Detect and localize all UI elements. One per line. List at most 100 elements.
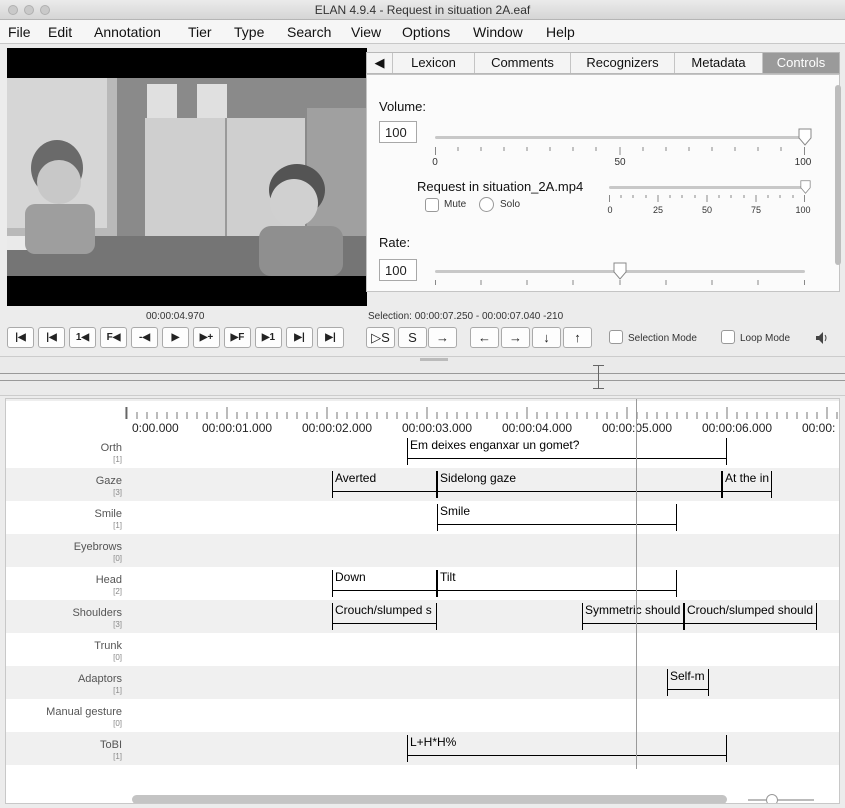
next-pixel-button[interactable]: ▶+	[193, 327, 220, 348]
zoom-slider-thumb[interactable]	[766, 794, 778, 803]
controls-panel: Volume: 100 0 50 100 Request in situatio…	[366, 74, 841, 292]
next-scrollview-button[interactable]: ▶|	[286, 327, 313, 348]
tier-row-eyebrows[interactable]: Eyebrows [0]	[6, 534, 839, 567]
annotation[interactable]: At the in	[722, 468, 772, 501]
menu-view[interactable]: View	[351, 24, 381, 40]
tier-row-trunk[interactable]: Trunk [0]	[6, 633, 839, 666]
previous-scrollview-button[interactable]: |◀	[38, 327, 65, 348]
annotation[interactable]: Crouch/slumped s	[332, 600, 437, 633]
down-arrow-button[interactable]: ↓	[532, 327, 561, 348]
annotation-start-tick	[437, 471, 438, 498]
tier-label[interactable]: Eyebrows [0]	[6, 542, 122, 564]
annotation[interactable]: Sidelong gaze	[437, 468, 722, 501]
go-to-end-button[interactable]: ▶|	[317, 327, 344, 348]
tier-label[interactable]: Smile [1]	[6, 509, 122, 531]
tier-row-tobi[interactable]: ToBI [1] L+H*H%	[6, 732, 839, 765]
tier-label[interactable]: Head [2]	[6, 575, 122, 597]
timeline-scrollbar[interactable]	[132, 795, 727, 803]
rate-input[interactable]: 100	[379, 259, 417, 281]
mute-checkbox[interactable]	[425, 198, 439, 212]
loop-mode-checkbox[interactable]	[721, 330, 735, 344]
timeline-viewer[interactable]: 0:00.000 00:00:01.000 00:00:02.000 00:00…	[5, 398, 840, 804]
previous-frame-button[interactable]: F◀	[100, 327, 127, 348]
annotation-text: Sidelong gaze	[440, 471, 517, 485]
menu-search[interactable]: Search	[287, 24, 331, 40]
tier-count: [3]	[113, 488, 122, 497]
tier-row-manual-gesture[interactable]: Manual gesture [0]	[6, 699, 839, 732]
tier-label[interactable]: Manual gesture [0]	[6, 707, 122, 729]
tier-label[interactable]: Orth [1]	[6, 443, 122, 465]
tab-lexicon[interactable]: Lexicon	[393, 53, 475, 73]
menu-file[interactable]: File	[8, 24, 31, 40]
zoom-slider[interactable]	[748, 799, 814, 801]
annotation[interactable]: Averted	[332, 468, 437, 501]
menu-tier[interactable]: Tier	[188, 24, 212, 40]
tier-row-orth[interactable]: Orth [1] Em deixes enganxar un gomet?	[6, 435, 839, 468]
annotation[interactable]: Smile	[437, 501, 677, 534]
tier-label[interactable]: Shoulders [3]	[6, 608, 122, 630]
annotation-end-tick	[676, 504, 677, 531]
tier-row-adaptors[interactable]: Adaptors [1] Self-m	[6, 666, 839, 699]
previous-pixel-button[interactable]: -◀	[131, 327, 158, 348]
tab-scroll-back-button[interactable]: ◀	[367, 53, 393, 73]
tab-metadata[interactable]: Metadata	[675, 53, 763, 73]
volume-slider-thumb[interactable]	[798, 128, 812, 146]
solo-radio[interactable]	[479, 197, 494, 212]
annotation[interactable]: Symmetric should	[582, 600, 684, 633]
tier-row-head[interactable]: Head [2] Down Tilt	[6, 567, 839, 600]
tab-controls[interactable]: Controls	[763, 53, 839, 73]
volume-slider[interactable]	[435, 136, 805, 139]
menu-window[interactable]: Window	[473, 24, 523, 40]
video-viewer[interactable]	[7, 48, 367, 306]
annotation[interactable]: Down	[332, 567, 437, 600]
annotation[interactable]: L+H*H%	[407, 732, 727, 765]
menu-edit[interactable]: Edit	[48, 24, 72, 40]
go-to-begin-button[interactable]: |◀	[7, 327, 34, 348]
annotation[interactable]: Self-m	[667, 666, 709, 699]
media-volume-slider[interactable]	[609, 186, 805, 189]
annotation-start-tick	[667, 669, 668, 696]
tier-row-gaze[interactable]: Gaze [3] Averted Sidelong gaze At the in	[6, 468, 839, 501]
tier-row-smile[interactable]: Smile [1] Smile	[6, 501, 839, 534]
menu-type[interactable]: Type	[234, 24, 264, 40]
right-arrow-button[interactable]: →	[501, 327, 530, 348]
tier-row-shoulders[interactable]: Shoulders [3] Crouch/slumped s Symmetric sh…	[6, 600, 839, 633]
annotation-end-tick	[708, 669, 709, 696]
tier-name: ToBI	[99, 739, 122, 751]
annotation-bar	[332, 590, 437, 591]
signal-viewer[interactable]	[0, 356, 845, 396]
tier-label[interactable]: Trunk [0]	[6, 641, 122, 663]
toggle-selection-button[interactable]: →	[428, 327, 457, 348]
time-ruler[interactable]: 0:00.000 00:00:01.000 00:00:02.000 00:00…	[6, 399, 839, 435]
menu-annotation[interactable]: Annotation	[94, 24, 161, 40]
tab-comments[interactable]: Comments	[475, 53, 571, 73]
menu-help[interactable]: Help	[546, 24, 575, 40]
selection-mode-checkbox[interactable]	[609, 330, 623, 344]
up-arrow-button[interactable]: ↑	[563, 327, 592, 348]
controls-scrollbar[interactable]	[835, 85, 841, 265]
annotation[interactable]: Tilt	[437, 567, 677, 600]
menu-options[interactable]: Options	[402, 24, 450, 40]
annotation[interactable]: Em deixes enganxar un gomet?	[407, 435, 727, 468]
previous-second-button[interactable]: 1◀	[69, 327, 96, 348]
annotation[interactable]: Crouch/slumped should	[684, 600, 817, 633]
tier-label[interactable]: Adaptors [1]	[6, 674, 122, 696]
volume-input[interactable]: 100	[379, 121, 417, 143]
next-second-button[interactable]: ▶1	[255, 327, 282, 348]
tier-label[interactable]: Gaze [3]	[6, 476, 122, 498]
left-arrow-button[interactable]: ←	[470, 327, 499, 348]
media-volume-thumb[interactable]	[799, 180, 811, 194]
annotation-text: Crouch/slumped s	[335, 603, 432, 617]
speaker-icon[interactable]	[815, 331, 829, 345]
play-button[interactable]: ▶	[162, 327, 189, 348]
tier-name: Trunk	[94, 640, 122, 652]
tab-recognizers[interactable]: Recognizers	[571, 53, 675, 73]
play-selection-button[interactable]: ▷S	[366, 327, 395, 348]
rate-slider-thumb[interactable]	[613, 262, 627, 280]
clear-selection-button[interactable]: S	[398, 327, 427, 348]
selection-controls: ▷S S →	[366, 327, 466, 349]
ruler-label-4: 00:00:04.000	[502, 421, 573, 435]
splitter-handle[interactable]	[420, 358, 448, 361]
tier-label[interactable]: ToBI [1]	[6, 740, 122, 762]
next-frame-button[interactable]: ▶F	[224, 327, 251, 348]
